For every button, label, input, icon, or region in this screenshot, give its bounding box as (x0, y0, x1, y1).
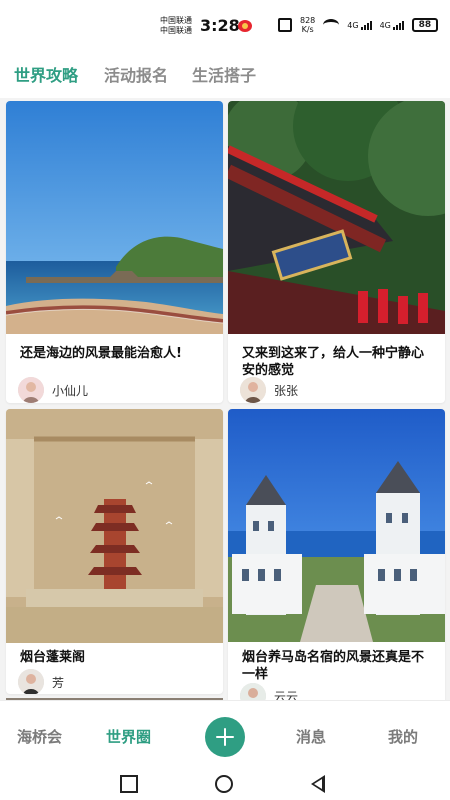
post-title-3: 烟台蓬莱阁 (20, 650, 86, 665)
author-avatar-4 (240, 683, 266, 700)
battery-icon: 88 (411, 18, 438, 32)
network-speed-unit: K/s (301, 25, 314, 34)
carrier-primary: 中国联通 (160, 16, 192, 25)
post-author-3: 芳 (18, 669, 64, 694)
carrier-secondary: 中国联通 (160, 26, 192, 35)
status-time: 3:28 (200, 16, 240, 35)
post-author-4: 云云 (240, 683, 298, 700)
bottom-navigation: 海桥会 世界圈 消息 我的 (0, 700, 450, 771)
top-tabs: 世界攻略 活动报名 生活搭子 (0, 52, 450, 98)
vibrate-icon (278, 18, 292, 32)
author-name-2: 张张 (274, 383, 299, 398)
tab-world-guides[interactable]: 世界攻略 (14, 62, 78, 86)
post-feed: 还是海边的风景最能治愈人! 小仙儿 又来到这来了，给人一种宁静心安的感觉 张张 … (0, 98, 450, 700)
plus-icon (216, 728, 234, 746)
post-image-2 (228, 101, 445, 334)
nav-me[interactable]: 我的 (388, 726, 418, 747)
tab-life-partner[interactable]: 生活搭子 (192, 62, 256, 86)
nav-messages[interactable]: 消息 (296, 726, 326, 747)
author-name-1: 小仙儿 (52, 383, 89, 398)
signal-icon (360, 20, 372, 30)
post-author-2: 张张 (240, 377, 298, 403)
weibo-icon (238, 20, 252, 32)
post-image-3 (6, 409, 223, 643)
carrier-info: 中国联通 中国联通 (160, 16, 192, 36)
tab-event-signup[interactable]: 活动报名 (104, 62, 168, 86)
post-card-3[interactable]: 烟台蓬莱阁 芳 (6, 409, 223, 694)
author-name-3: 芳 (52, 675, 65, 690)
network-speed-value: 828 (300, 16, 316, 25)
post-author-1: 小仙儿 (18, 377, 88, 403)
recent-apps-icon[interactable] (120, 775, 138, 793)
signal-group-2: 4G (379, 20, 404, 30)
network-type-1: 4G (347, 20, 359, 30)
post-image-1 (6, 101, 223, 334)
signal-icon-secondary (392, 20, 404, 30)
post-card-4[interactable]: 烟台养马岛名宿的风景还真是不一样 云云 (228, 409, 445, 700)
back-icon[interactable] (311, 775, 325, 793)
author-avatar-3 (18, 669, 44, 694)
signal-group-1: 4G (347, 20, 372, 30)
status-indicators: 828 K/s 4G 4G 88 (278, 16, 438, 34)
post-title-4: 烟台养马岛名宿的风景还真是不一样 (242, 650, 425, 682)
status-bar: 中国联通 中国联通 3:28 828 K/s 4G 4G 88 (0, 0, 450, 52)
system-navigation (0, 770, 450, 800)
author-avatar-1 (18, 377, 44, 403)
post-title-1: 还是海边的风景最能治愈人! (20, 346, 182, 361)
nav-haiqiaohui[interactable]: 海桥会 (17, 726, 62, 747)
author-avatar-2 (240, 377, 266, 403)
post-title-2: 又来到这来了，给人一种宁静心安的感觉 (242, 346, 425, 378)
wifi-icon (323, 19, 340, 31)
network-speed: 828 K/s (300, 16, 315, 34)
create-post-button[interactable] (205, 717, 245, 757)
nav-world-circle[interactable]: 世界圈 (106, 726, 151, 747)
post-card-1[interactable]: 还是海边的风景最能治愈人! 小仙儿 (6, 101, 223, 403)
post-image-4 (228, 409, 445, 642)
post-card-2[interactable]: 又来到这来了，给人一种宁静心安的感觉 张张 (228, 101, 445, 403)
author-name-4: 云云 (274, 689, 299, 701)
home-icon[interactable] (215, 775, 233, 793)
network-type-2: 4G (379, 20, 391, 30)
